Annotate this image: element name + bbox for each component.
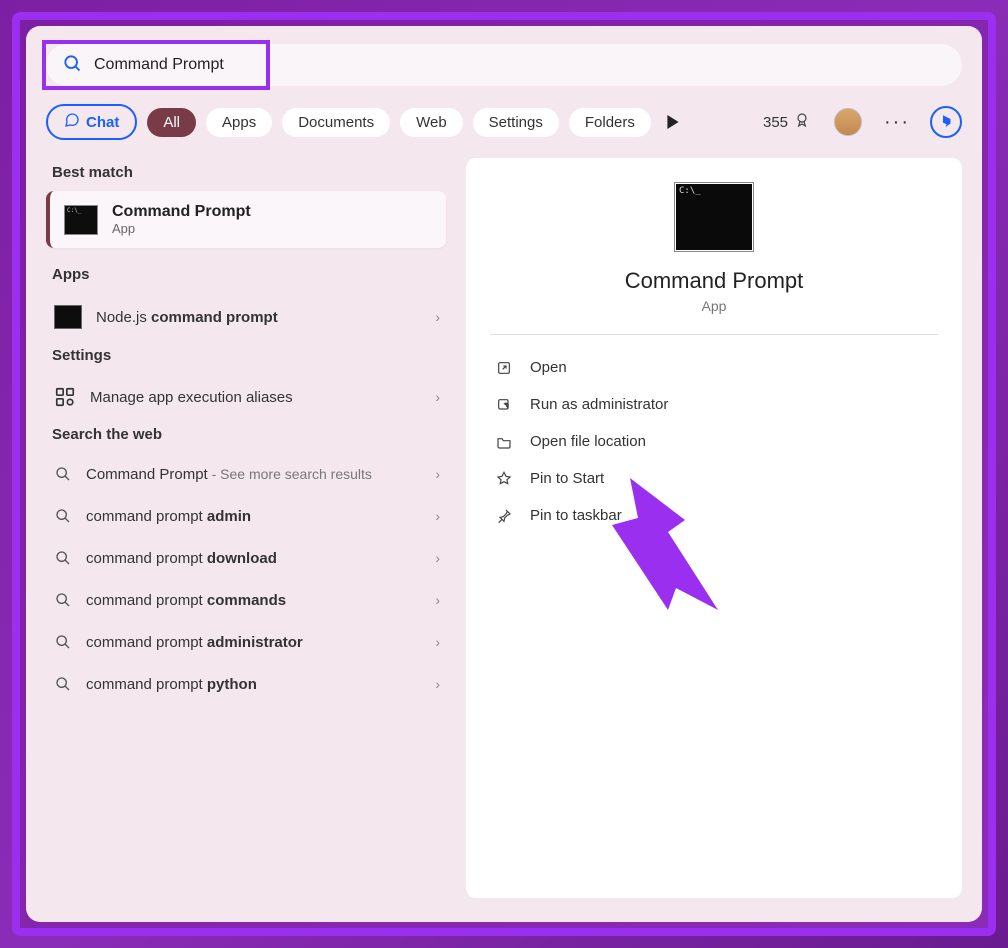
app-alias-icon	[54, 386, 76, 408]
search-bar[interactable]	[46, 44, 962, 86]
best-match-result[interactable]: Command Prompt App	[46, 191, 446, 248]
bing-chat-button[interactable]	[930, 106, 962, 138]
list-item-label: command prompt administrator	[86, 634, 438, 651]
bing-chat-icon	[64, 112, 80, 132]
section-best-match: Best match	[52, 164, 446, 181]
chevron-right-icon: ›	[435, 309, 440, 325]
web-result[interactable]: command prompt admin ›	[46, 495, 446, 537]
action-label: Open file location	[530, 433, 646, 450]
web-result[interactable]: Command Prompt - See more search results…	[46, 453, 446, 495]
preview-subtitle: App	[490, 298, 938, 314]
command-prompt-icon	[54, 305, 82, 329]
chevron-right-icon: ›	[435, 550, 440, 566]
divider	[490, 334, 938, 335]
chevron-right-icon: ›	[435, 634, 440, 650]
action-open[interactable]: Open	[490, 349, 938, 386]
list-item-label: Node.js command prompt	[96, 309, 438, 326]
apps-filter[interactable]: Apps	[206, 108, 272, 137]
chevron-right-icon: ›	[435, 508, 440, 524]
more-options-button[interactable]: ···	[884, 111, 910, 134]
list-item-label: Command Prompt - See more search results	[86, 466, 438, 483]
rewards-points[interactable]: 355	[763, 111, 810, 133]
search-icon	[54, 633, 72, 651]
list-item-label: Manage app execution aliases	[90, 389, 438, 406]
best-match-subtitle: App	[112, 221, 251, 236]
documents-filter[interactable]: Documents	[282, 108, 390, 137]
section-apps: Apps	[52, 266, 446, 283]
preview-pane: Command Prompt App Open Run as administr…	[466, 158, 962, 898]
chevron-right-icon: ›	[435, 592, 440, 608]
web-filter[interactable]: Web	[400, 108, 463, 137]
more-filters-icon[interactable]	[661, 110, 685, 134]
search-icon	[62, 53, 82, 78]
action-label: Open	[530, 359, 567, 376]
web-result[interactable]: command prompt administrator ›	[46, 621, 446, 663]
points-value: 355	[763, 114, 788, 131]
action-label: Pin to taskbar	[530, 507, 622, 524]
section-settings: Settings	[52, 347, 446, 364]
action-open-location[interactable]: Open file location	[490, 423, 938, 460]
search-icon	[54, 591, 72, 609]
list-item-label: command prompt admin	[86, 508, 438, 525]
best-match-title: Command Prompt	[112, 203, 251, 221]
open-icon	[494, 360, 514, 376]
folder-icon	[494, 434, 514, 450]
chevron-right-icon: ›	[435, 676, 440, 692]
action-pin-start[interactable]: Pin to Start	[490, 460, 938, 497]
settings-result-aliases[interactable]: Manage app execution aliases ›	[46, 374, 446, 420]
results-list: Best match Command Prompt App Apps Node.…	[46, 158, 446, 898]
list-item-label: command prompt commands	[86, 592, 438, 609]
command-prompt-icon	[64, 205, 98, 235]
settings-filter[interactable]: Settings	[473, 108, 559, 137]
web-result[interactable]: command prompt download ›	[46, 537, 446, 579]
user-avatar[interactable]	[834, 108, 862, 136]
web-result[interactable]: command prompt commands ›	[46, 579, 446, 621]
search-input[interactable]	[94, 56, 946, 74]
chevron-right-icon: ›	[435, 466, 440, 482]
action-label: Run as administrator	[530, 396, 668, 413]
search-icon	[54, 465, 72, 483]
list-item-label: command prompt download	[86, 550, 438, 567]
search-icon	[54, 507, 72, 525]
command-prompt-icon	[674, 182, 754, 252]
all-filter[interactable]: All	[147, 108, 196, 137]
app-result-nodejs[interactable]: Node.js command prompt ›	[46, 293, 446, 341]
filter-row: Chat All Apps Documents Web Settings Fol…	[46, 104, 962, 140]
pin-icon	[494, 508, 514, 524]
chevron-right-icon: ›	[435, 389, 440, 405]
list-item-label: command prompt python	[86, 676, 438, 693]
admin-shield-icon	[494, 397, 514, 413]
web-result[interactable]: command prompt python ›	[46, 663, 446, 705]
folders-filter[interactable]: Folders	[569, 108, 651, 137]
pin-icon	[494, 471, 514, 487]
medal-icon	[794, 111, 810, 133]
search-icon	[54, 549, 72, 567]
action-run-admin[interactable]: Run as administrator	[490, 386, 938, 423]
action-label: Pin to Start	[530, 470, 604, 487]
start-search-panel: Chat All Apps Documents Web Settings Fol…	[26, 26, 982, 922]
chat-label: Chat	[86, 114, 119, 131]
section-web: Search the web	[52, 426, 446, 443]
search-icon	[54, 675, 72, 693]
action-pin-taskbar[interactable]: Pin to taskbar	[490, 497, 938, 534]
preview-title: Command Prompt	[490, 268, 938, 294]
chat-filter[interactable]: Chat	[46, 104, 137, 140]
